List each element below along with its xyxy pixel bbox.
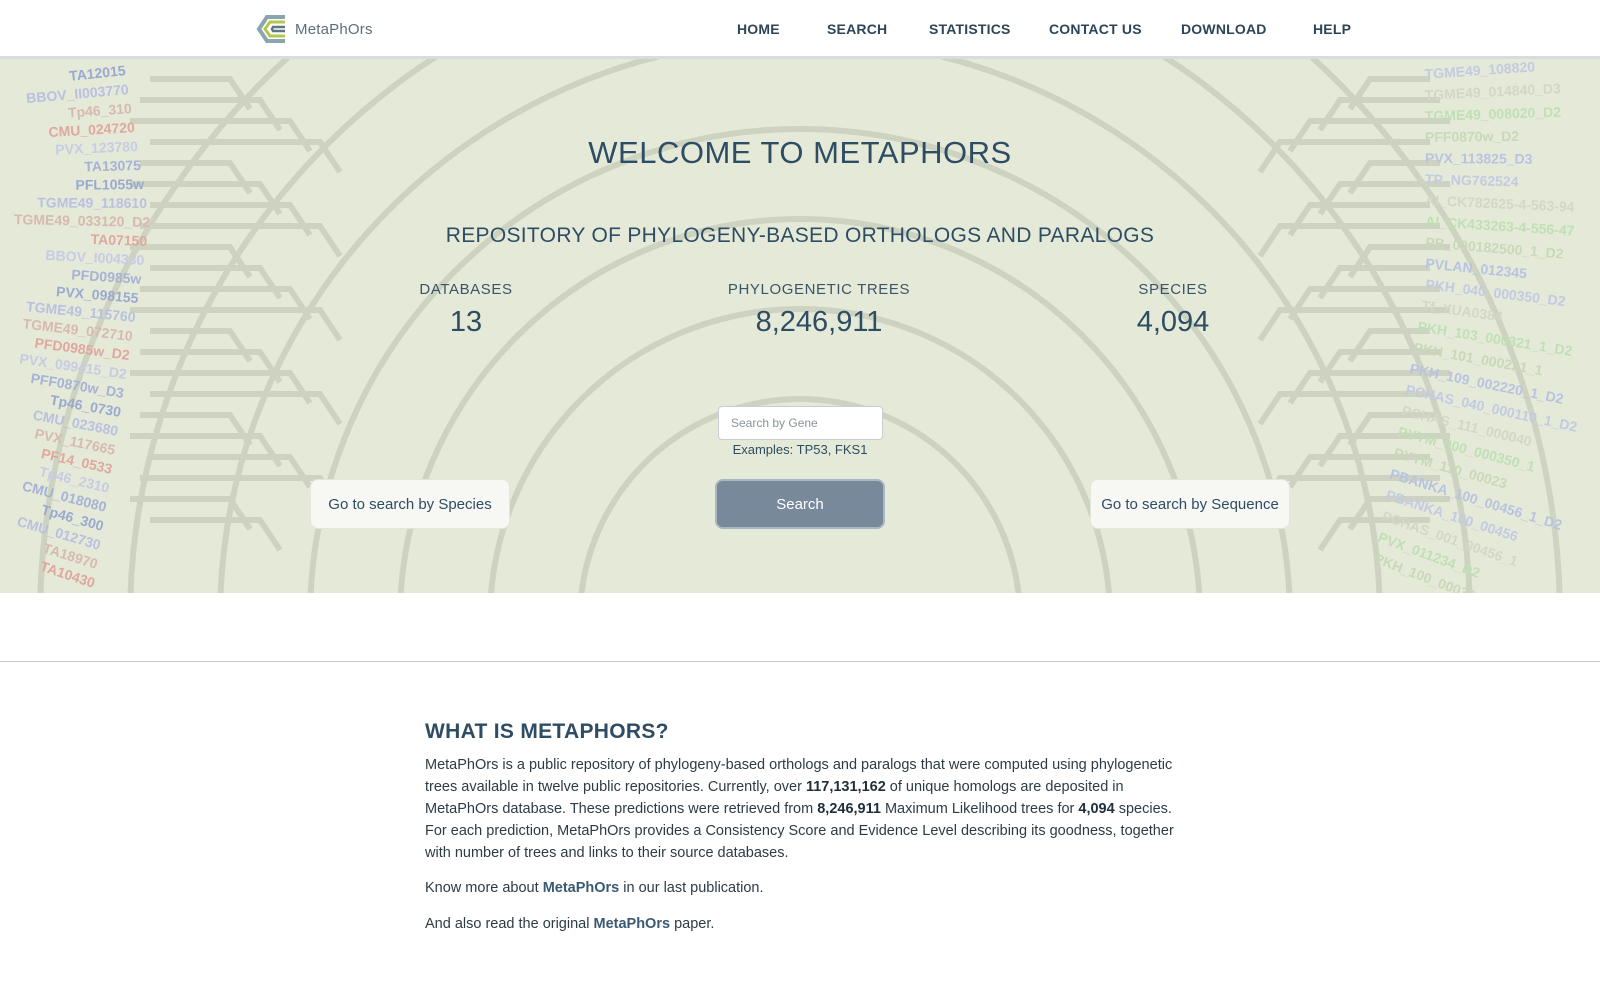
nav-statistics[interactable]: STATISTICS <box>929 21 1011 37</box>
stat-databases: DATABASES 13 <box>336 281 596 339</box>
tree-leaf-label: TGME49_014840_D3 <box>1424 80 1561 103</box>
tree-leaf-label: TGME49_118610 <box>37 194 147 211</box>
about-text: Maximum Likelihood trees for <box>880 801 1079 817</box>
top-navbar: MetaPhOrs HOME SEARCH STATISTICS CONTACT… <box>0 0 1600 59</box>
gene-search-input[interactable] <box>718 406 883 440</box>
publication-link[interactable]: MetaPhOrs <box>543 880 620 896</box>
about-text: And also read the original <box>425 916 594 932</box>
nav-contact-us[interactable]: CONTACT US <box>1049 21 1142 37</box>
stat-label: PHYLOGENETIC TREES <box>727 281 911 298</box>
nav-home[interactable]: HOME <box>737 21 780 37</box>
about-description: MetaPhOrs is a public repository of phyl… <box>425 754 1175 864</box>
tree-leaf-label: PFL1055w <box>75 176 144 193</box>
tree-leaf-label: TGME49_108820 <box>1424 59 1536 82</box>
stat-phylogenetic-trees: PHYLOGENETIC TREES 8,246,911 <box>689 281 949 339</box>
stat-value: 4,094 <box>1136 306 1210 338</box>
stat-value: 13 <box>449 306 483 338</box>
hero-title: WELCOME TO METAPHORS <box>588 135 1012 170</box>
about-text: paper. <box>670 916 715 932</box>
section-divider <box>0 661 1600 662</box>
about-text: in our last publication. <box>619 880 764 896</box>
stat-label: SPECIES <box>1138 281 1208 298</box>
species-count: 4,094 <box>1078 801 1115 817</box>
tree-leaf-label: Al_CK782625-4-563-94 <box>1425 192 1575 215</box>
search-button[interactable]: Search <box>715 479 885 529</box>
stat-value: 8,246,911 <box>755 306 883 338</box>
hero-subtitle: REPOSITORY OF PHYLOGENY-BASED ORTHOLOGS … <box>445 224 1155 247</box>
nav-search[interactable]: SEARCH <box>827 21 887 37</box>
hero-section: TA12015 BBOV_II003770 Tp46_310 CMU_024720 PV… <box>0 59 1600 593</box>
tree-leaf-label: TA12015 <box>68 62 126 84</box>
search-by-sequence-button[interactable]: Go to search by Sequence <box>1090 479 1290 529</box>
about-section: WHAT IS METAPHORS? MetaPhOrs is a public… <box>425 720 1175 935</box>
tree-leaf-label: PFD0985w <box>71 266 142 287</box>
about-text: Know more about <box>425 880 543 896</box>
original-paper-line: And also read the original MetaPhOrs pap… <box>425 913 1175 935</box>
search-examples: Examples: TP53, FKS1 <box>732 442 868 457</box>
tree-leaf-label: BBOV_I004330 <box>45 247 145 268</box>
about-heading: WHAT IS METAPHORS? <box>425 720 669 743</box>
tree-leaf-label: TGME49_008020_D2 <box>1425 104 1562 124</box>
nav-download[interactable]: DOWNLOAD <box>1181 21 1267 37</box>
tree-leaf-label: TP_NG762524 <box>1425 171 1519 189</box>
stat-label: DATABASES <box>419 281 513 298</box>
nav-help[interactable]: HELP <box>1313 21 1351 37</box>
original-paper-link[interactable]: MetaPhOrs <box>593 916 670 932</box>
tree-leaf-label: Tp46_310 <box>67 100 132 121</box>
stat-species: SPECIES 4,094 <box>1043 281 1303 339</box>
trees-count: 8,246,911 <box>817 801 881 817</box>
publication-line: Know more about MetaPhOrs in our last pu… <box>425 877 1175 899</box>
search-by-species-button[interactable]: Go to search by Species <box>310 479 510 529</box>
main-nav: HOME SEARCH STATISTICS CONTACT US DOWNLO… <box>0 0 1600 59</box>
homologs-count: 117,131,162 <box>805 779 886 795</box>
